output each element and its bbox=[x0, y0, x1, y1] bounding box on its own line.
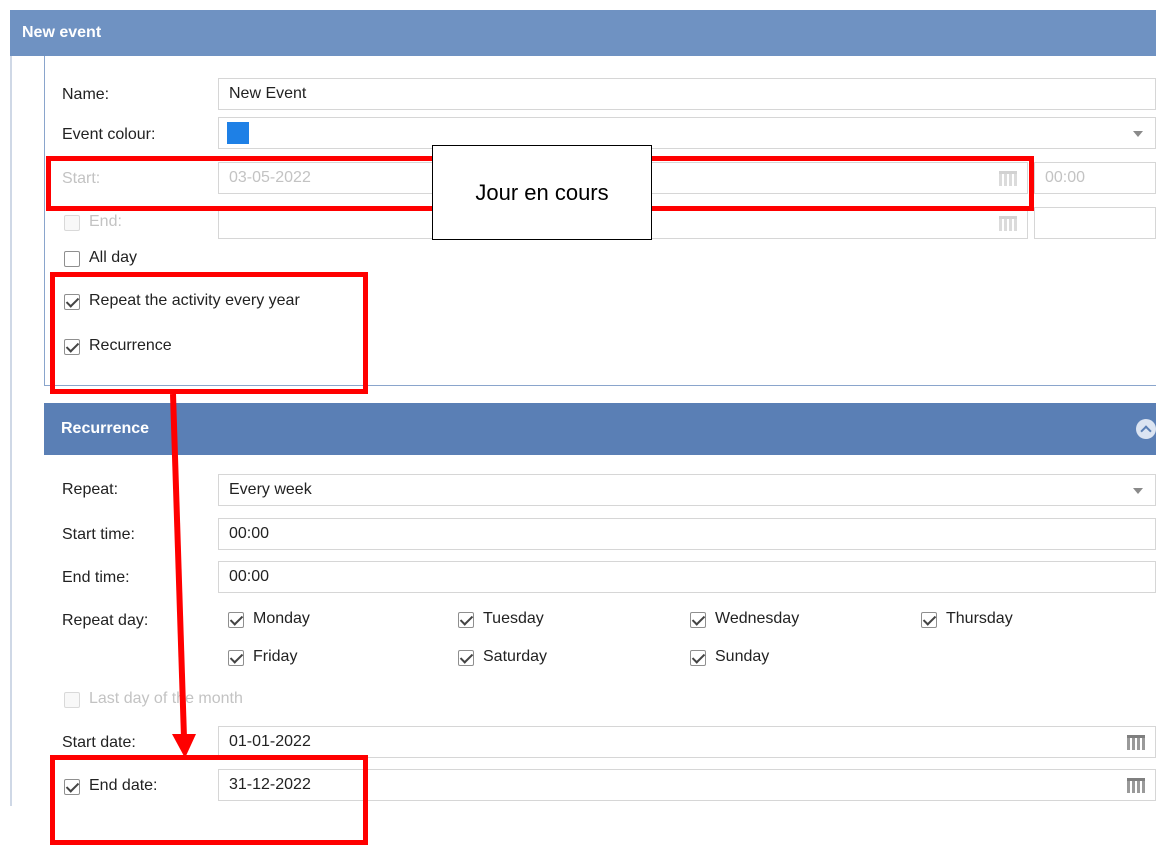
callout-text: Jour en cours bbox=[475, 179, 609, 205]
annotation-callout: Jour en cours bbox=[432, 145, 652, 240]
annotation-arrow bbox=[170, 393, 196, 758]
